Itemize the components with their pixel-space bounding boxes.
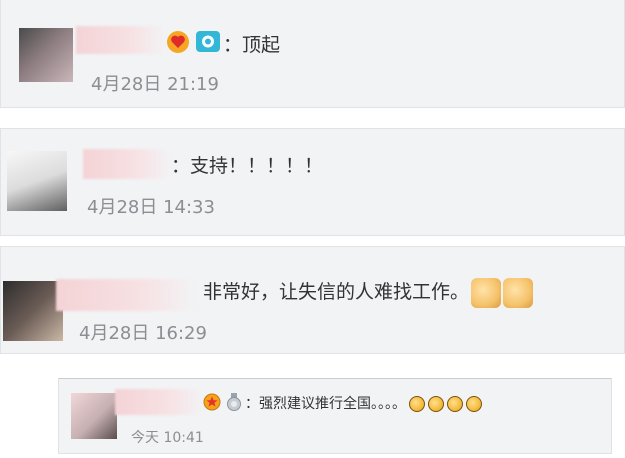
comment-text-body: ：强烈建议推行全国。。。。 (245, 396, 406, 412)
username-blurred[interactable] (115, 389, 203, 415)
thumbs-up-icon (471, 277, 502, 308)
star-medal-icon (203, 393, 221, 415)
username-blurred[interactable] (56, 279, 196, 311)
comment-time: 4月28日 21:19 (91, 74, 219, 95)
username-blurred[interactable] (76, 26, 166, 54)
comment-text: ：顶起 (223, 34, 281, 56)
comment-text-body: 非常好，让失信的人难找工作。 (203, 281, 470, 303)
avatar[interactable] (71, 393, 117, 439)
clap-icon (428, 396, 444, 412)
comment-text: ：支持！！！！！ (171, 155, 324, 177)
avatar[interactable] (19, 28, 73, 82)
camera-badge-icon (195, 28, 221, 58)
comment-time: 4月28日 14:33 (87, 197, 215, 218)
vip-heart-icon (165, 28, 191, 58)
comment-time: 4月28日 16:29 (79, 323, 207, 344)
clap-icon (447, 396, 463, 412)
comment-card: 非常好，让失信的人难找工作。 4月28日 16:29 (0, 246, 625, 354)
comment-text: 非常好，让失信的人难找工作。 (203, 277, 534, 308)
clap-icon (466, 396, 482, 412)
comment-time: 今天 10:41 (131, 430, 204, 446)
comment-card: ：顶起 4月28日 21:19 (0, 0, 625, 108)
clap-icon (409, 396, 425, 412)
comment-text: ：强烈建议推行全国。。。。 (245, 393, 482, 413)
avatar[interactable] (7, 151, 67, 211)
thumbs-up-icon (503, 277, 534, 308)
avatar[interactable] (3, 281, 63, 341)
comment-card: ：支持！！！！！ 4月28日 14:33 (0, 128, 625, 236)
username-blurred[interactable] (83, 149, 171, 179)
silver-medal-icon (225, 393, 243, 415)
reply-card: ：强烈建议推行全国。。。。 今天 10:41 (58, 378, 612, 454)
